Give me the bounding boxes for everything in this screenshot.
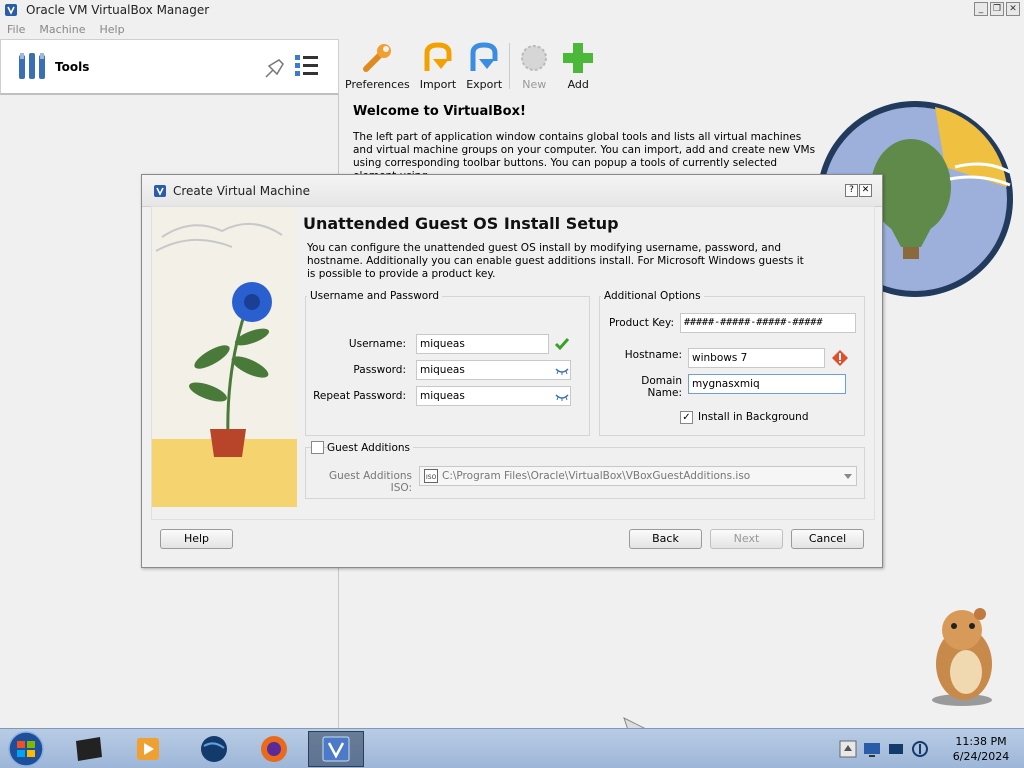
- import-button[interactable]: Import: [415, 39, 462, 93]
- svg-text:ISO: ISO: [426, 474, 437, 481]
- dialog-titlebar: Create Virtual Machine: [142, 175, 882, 207]
- tools-label: Tools: [55, 59, 90, 74]
- domain-name-input[interactable]: mygnasxmiq: [688, 374, 846, 394]
- taskbar-app-firefox[interactable]: [246, 731, 302, 767]
- create-vm-dialog: Create Virtual Machine ? ✕ Unattended Gu…: [141, 174, 883, 568]
- dialog-footer: Help Back Next Cancel: [142, 520, 882, 567]
- tools-item[interactable]: Tools: [0, 39, 339, 95]
- username-password-group-title: Username and Password: [307, 290, 442, 302]
- repeat-password-input[interactable]: miqueas: [416, 386, 571, 406]
- system-tray: [838, 729, 930, 768]
- menu-help[interactable]: Help: [99, 23, 124, 36]
- add-icon: [563, 43, 594, 73]
- media-player-icon: [137, 738, 159, 760]
- start-button-icon[interactable]: [6, 730, 46, 768]
- chevron-down-icon: [844, 474, 852, 479]
- display-icon[interactable]: [862, 739, 882, 759]
- menu-bar: File Machine Help: [0, 20, 1024, 39]
- tools-icon: [19, 52, 45, 79]
- firefox-icon: [261, 736, 287, 762]
- next-button[interactable]: Next: [710, 529, 783, 549]
- page-description: You can configure the unattended guest O…: [307, 242, 804, 280]
- menu-file[interactable]: File: [7, 23, 25, 36]
- action-center-icon[interactable]: [838, 739, 858, 759]
- new-button[interactable]: New: [512, 39, 556, 93]
- show-password-icon[interactable]: [555, 366, 569, 376]
- virtualbox-icon: [322, 736, 350, 762]
- restore-button[interactable]: ❐: [990, 2, 1004, 16]
- window-title: Oracle VM VirtualBox Manager: [26, 3, 210, 17]
- cancel-button[interactable]: Cancel: [791, 529, 864, 549]
- pin-icon[interactable]: [263, 56, 287, 80]
- minimize-button[interactable]: _: [974, 2, 988, 16]
- dialog-title: Create Virtual Machine: [173, 183, 310, 198]
- warning-icon: [832, 350, 848, 366]
- preferences-button[interactable]: Preferences: [340, 39, 415, 93]
- add-button[interactable]: Add: [556, 39, 600, 93]
- export-icon: [470, 42, 498, 71]
- menu-list-icon[interactable]: [294, 53, 320, 79]
- preferences-icon: [363, 44, 392, 72]
- product-key-input[interactable]: #####-#####-#####-#####: [680, 313, 856, 333]
- dialog-close-button[interactable]: ✕: [859, 184, 872, 197]
- valid-check-icon: [554, 338, 570, 351]
- taskbar-clock[interactable]: 11:38 PM 6/24/2024: [946, 734, 1016, 764]
- menu-machine[interactable]: Machine: [39, 23, 85, 36]
- export-button[interactable]: Export: [461, 39, 507, 93]
- install-background-label: Install in Background: [698, 411, 809, 423]
- main-toolbar: Preferences Import Export New Add: [340, 39, 600, 95]
- taskbar-app-globe[interactable]: [186, 731, 242, 767]
- window-titlebar: Oracle VM VirtualBox Manager _ ❐ ✕: [0, 0, 1024, 20]
- close-button[interactable]: ✕: [1006, 2, 1020, 16]
- hostname-label: Hostname:: [624, 349, 682, 361]
- help-button[interactable]: Help: [160, 529, 233, 549]
- dialog-body: Unattended Guest OS Install Setup You ca…: [151, 206, 875, 520]
- domain-name-label: Domain Name:: [641, 375, 682, 399]
- volume-icon[interactable]: [910, 739, 930, 759]
- clock-time: 11:38 PM: [955, 735, 1007, 748]
- new-icon: [521, 45, 548, 71]
- flower-illustration: [152, 207, 297, 507]
- welcome-title: Welcome to VirtualBox!: [353, 104, 526, 119]
- guest-additions-checkbox[interactable]: [311, 441, 324, 454]
- import-icon: [424, 42, 452, 71]
- hostname-input[interactable]: winbows 7: [688, 348, 825, 368]
- password-input[interactable]: miqueas: [416, 360, 571, 380]
- install-background-checkbox[interactable]: ✓: [680, 411, 693, 424]
- guest-additions-iso-path: C:\Program Files\Oracle\VirtualBox\VBoxG…: [442, 470, 751, 482]
- hamster-desktop-image: [932, 608, 992, 706]
- clock-date: 6/24/2024: [952, 750, 1010, 763]
- password-label: Password:: [353, 364, 406, 376]
- additional-options-group-title: Additional Options: [601, 290, 704, 302]
- toolbar-separator: [509, 43, 511, 89]
- username-label: Username:: [348, 338, 406, 350]
- product-key-label: Product Key:: [608, 317, 674, 329]
- guest-additions-label: Guest Additions: [327, 442, 414, 454]
- iso-icon: ISO: [424, 469, 438, 483]
- show-repeat-password-icon[interactable]: [555, 392, 569, 402]
- network-icon[interactable]: [886, 739, 906, 759]
- dialog-help-button[interactable]: ?: [845, 184, 858, 197]
- taskbar-app-virtualbox[interactable]: [308, 731, 364, 767]
- username-input[interactable]: miqueas: [416, 334, 549, 354]
- guest-additions-iso-select[interactable]: C:\Program Files\Oracle\VirtualBox\VBoxG…: [419, 466, 857, 486]
- taskbar: 11:38 PM 6/24/2024: [0, 728, 1024, 768]
- virtualbox-icon: [5, 4, 17, 16]
- guest-additions-iso-label: Guest Additions ISO:: [328, 470, 412, 494]
- globe-icon: [201, 736, 227, 762]
- repeat-password-label: Repeat Password:: [313, 390, 406, 402]
- virtualbox-icon: [154, 184, 166, 197]
- taskbar-app-media[interactable]: [60, 731, 116, 767]
- media-box-icon: [76, 737, 102, 761]
- taskbar-app-player[interactable]: [120, 731, 176, 767]
- back-button[interactable]: Back: [629, 529, 702, 549]
- page-title: Unattended Guest OS Install Setup: [303, 214, 619, 233]
